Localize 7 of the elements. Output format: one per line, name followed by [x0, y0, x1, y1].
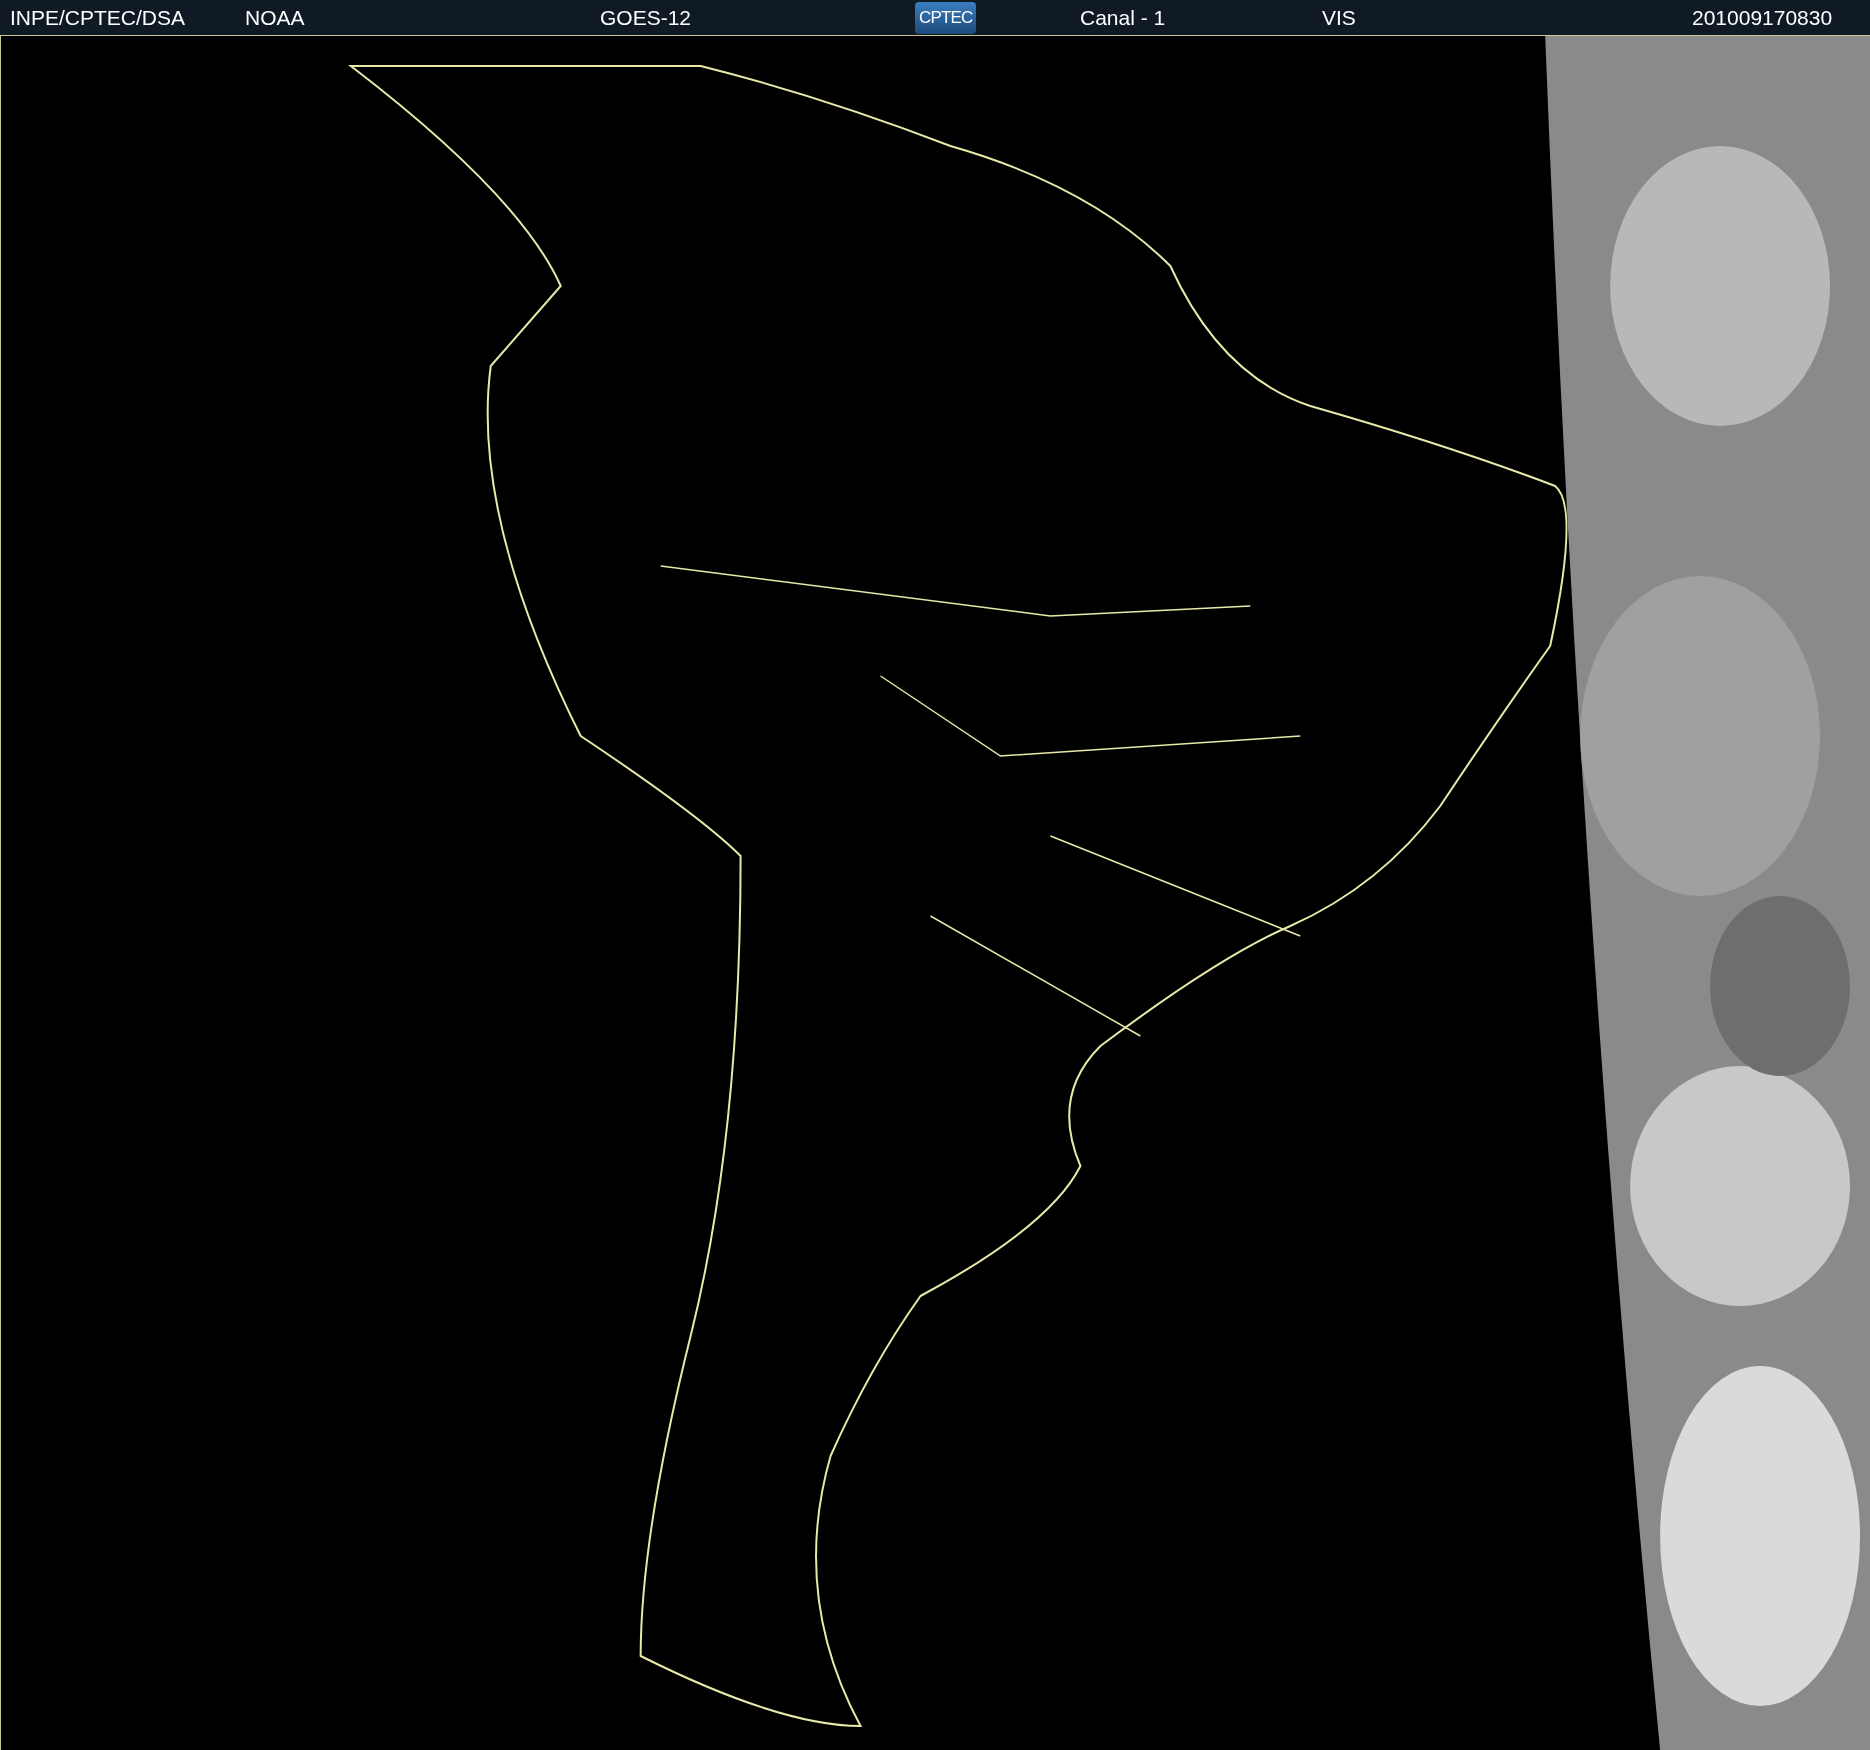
header-label: NOAA — [245, 5, 305, 29]
header-label: Canal - 1 — [1080, 5, 1166, 29]
header-label: INPE/CPTEC/DSA — [10, 5, 186, 29]
header-label: VIS — [1322, 5, 1356, 29]
header-label: 201009170830 — [1692, 5, 1833, 29]
logo-badge: CPTEC — [915, 1, 977, 34]
header-label: GOES-12 — [600, 5, 692, 29]
